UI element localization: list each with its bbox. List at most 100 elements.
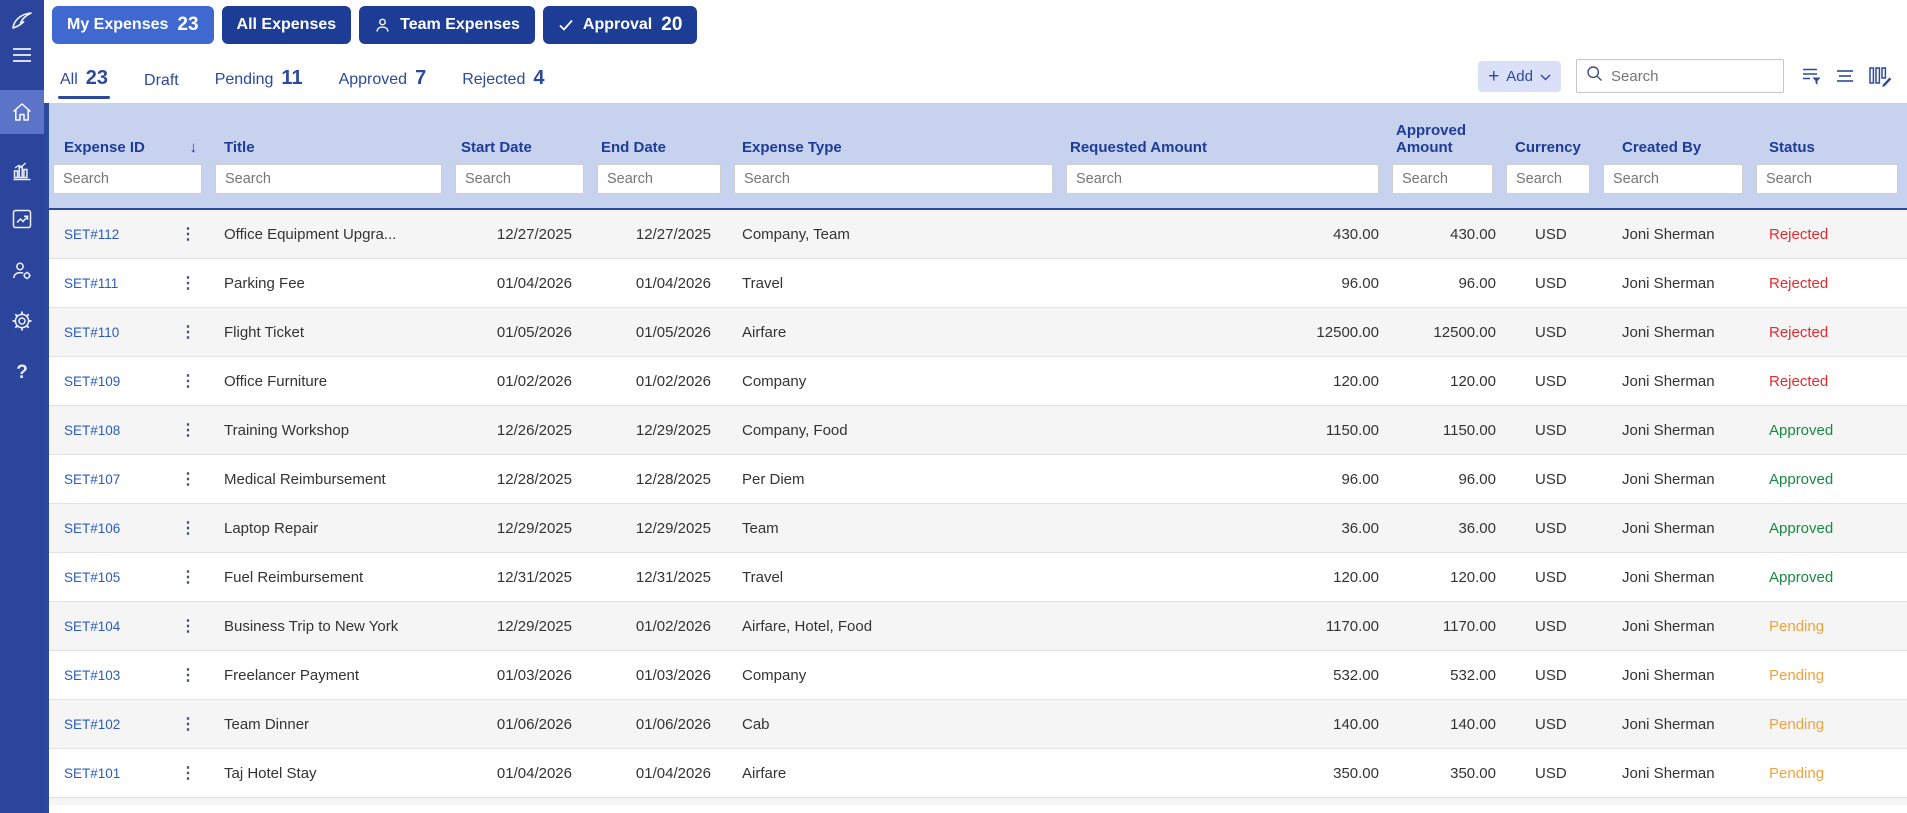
expense-id-link[interactable]: SET#107 xyxy=(64,472,120,487)
expense-id-link[interactable]: SET#102 xyxy=(64,717,120,732)
column-search-start-date[interactable] xyxy=(455,164,584,194)
expense-type-cell: Travel xyxy=(742,274,784,292)
row-menu-icon[interactable]: ⋮ xyxy=(177,224,199,244)
tab-my-expenses[interactable]: My Expenses 23 xyxy=(52,6,214,44)
expense-id-link[interactable]: SET#111 xyxy=(64,276,118,291)
table-row[interactable]: SET#102 ⋮ Team Dinner 01/06/2026 01/06/2… xyxy=(49,700,1907,749)
column-header-requested-amount[interactable]: Requested Amount xyxy=(1062,139,1388,156)
table-row[interactable]: SET#103 ⋮ Freelancer Payment 01/03/2026 … xyxy=(49,651,1907,700)
currency-cell: USD xyxy=(1535,421,1567,439)
start-date-cell: 12/31/2025 xyxy=(496,568,572,586)
table-row[interactable]: SET#111 ⋮ Parking Fee 01/04/2026 01/04/2… xyxy=(49,259,1907,308)
expense-id-link[interactable]: SET#110 xyxy=(64,325,119,340)
table-row[interactable]: SET#106 ⋮ Laptop Repair 12/29/2025 12/29… xyxy=(49,504,1907,553)
filter-tab-all[interactable]: All 23 xyxy=(58,67,111,103)
status-badge: Pending xyxy=(1769,764,1825,782)
column-search-end-date[interactable] xyxy=(597,164,721,194)
expense-id-link[interactable]: SET#103 xyxy=(64,668,120,683)
table-row[interactable]: SET#104 ⋮ Business Trip to New York 12/2… xyxy=(49,602,1907,651)
column-search-title[interactable] xyxy=(215,164,442,194)
sidebar-item-home[interactable] xyxy=(0,90,44,134)
row-menu-icon[interactable]: ⋮ xyxy=(177,469,199,489)
expense-id-link[interactable]: SET#112 xyxy=(64,227,119,242)
column-search-requested-amount[interactable] xyxy=(1066,164,1379,194)
row-menu-icon[interactable]: ⋮ xyxy=(177,616,199,636)
sort-desc-icon[interactable]: ↓ xyxy=(190,139,198,156)
expense-id-link[interactable]: SET#104 xyxy=(64,619,120,634)
end-date-cell: 12/29/2025 xyxy=(635,519,711,537)
requested-amount-cell: 1170.00 xyxy=(1325,617,1379,635)
row-menu-icon[interactable]: ⋮ xyxy=(177,763,199,783)
column-search-status[interactable] xyxy=(1756,164,1898,194)
tab-label: Team Expenses xyxy=(400,16,520,33)
row-menu-icon[interactable]: ⋮ xyxy=(177,420,199,440)
column-search-currency[interactable] xyxy=(1506,164,1590,194)
column-search-expense-id[interactable] xyxy=(53,164,202,194)
search-input[interactable] xyxy=(1611,67,1774,85)
status-filter-tabs: All 23 Draft Pending 11 Approved 7 Rejec… xyxy=(58,67,578,103)
row-menu-icon[interactable]: ⋮ xyxy=(177,322,199,342)
sidebar-item-analytics[interactable] xyxy=(0,156,44,186)
column-header-expense-id[interactable]: Expense ID ↓ xyxy=(49,139,211,156)
row-menu-icon[interactable]: ⋮ xyxy=(177,273,199,293)
column-search-expense-type[interactable] xyxy=(734,164,1053,194)
currency-cell: USD xyxy=(1535,519,1567,537)
expense-id-link[interactable]: SET#106 xyxy=(64,521,120,536)
row-menu-icon[interactable]: ⋮ xyxy=(177,567,199,587)
table-row[interactable]: SET#109 ⋮ Office Furniture 01/02/2026 01… xyxy=(49,357,1907,406)
column-search-approved-amount[interactable] xyxy=(1392,164,1493,194)
expense-id-link[interactable]: SET#101 xyxy=(64,766,120,781)
row-menu-icon[interactable]: ⋮ xyxy=(177,714,199,734)
filter-list-icon[interactable] xyxy=(1799,64,1823,88)
sidebar-item-help[interactable]: ? xyxy=(0,358,44,388)
row-menu-icon[interactable]: ⋮ xyxy=(177,518,199,538)
row-menu-icon[interactable]: ⋮ xyxy=(177,371,199,391)
expense-title-cell: Training Workshop xyxy=(224,421,350,439)
start-date-cell: 01/05/2026 xyxy=(496,323,572,341)
expense-id-link[interactable]: SET#105 xyxy=(64,570,120,585)
column-header-status[interactable]: Status xyxy=(1752,139,1907,156)
column-header-start-date[interactable]: Start Date xyxy=(451,139,593,156)
table-row[interactable]: SET#108 ⋮ Training Workshop 12/26/2025 1… xyxy=(49,406,1907,455)
sidebar-item-user-management[interactable] xyxy=(0,256,44,286)
expense-id-link[interactable]: SET#109 xyxy=(64,374,120,389)
table-row[interactable]: SET#112 ⋮ Office Equipment Upgra... 12/2… xyxy=(49,210,1907,259)
filter-tab-draft[interactable]: Draft xyxy=(142,72,181,103)
filter-tab-pending[interactable]: Pending 11 xyxy=(213,67,305,103)
currency-cell: USD xyxy=(1535,225,1567,243)
table-row[interactable]: SET#101 ⋮ Taj Hotel Stay 01/04/2026 01/0… xyxy=(49,749,1907,798)
column-header-expense-type[interactable]: Expense Type xyxy=(730,139,1062,156)
tab-team-expenses[interactable]: Team Expenses xyxy=(359,6,535,44)
column-search-created-by[interactable] xyxy=(1603,164,1743,194)
table-row[interactable]: SET#105 ⋮ Fuel Reimbursement 12/31/2025 … xyxy=(49,553,1907,602)
created-by-cell: Joni Sherman xyxy=(1622,519,1715,537)
filter-count: 4 xyxy=(533,67,545,89)
requested-amount-cell: 12500.00 xyxy=(1316,323,1379,341)
tab-all-expenses[interactable]: All Expenses xyxy=(221,6,352,44)
sidebar-item-reports[interactable] xyxy=(0,204,44,234)
column-header-currency[interactable]: Currency xyxy=(1502,139,1599,156)
group-lines-icon[interactable] xyxy=(1833,64,1857,88)
hamburger-menu-icon[interactable] xyxy=(0,40,44,70)
header-labels-row: Expense ID ↓ Title Start Date End Date E… xyxy=(49,103,1907,160)
table-row[interactable]: SET#110 ⋮ Flight Ticket 01/05/2026 01/05… xyxy=(49,308,1907,357)
table-row[interactable]: SET#107 ⋮ Medical Reimbursement 12/28/20… xyxy=(49,455,1907,504)
edit-columns-icon[interactable] xyxy=(1867,64,1893,88)
status-badge: Rejected xyxy=(1769,225,1829,243)
filter-tab-approved[interactable]: Approved 7 xyxy=(337,67,429,103)
expense-title-cell: Medical Reimbursement xyxy=(224,470,386,488)
requested-amount-cell: 1150.00 xyxy=(1325,421,1379,439)
sidebar-item-settings[interactable] xyxy=(0,306,44,336)
row-menu-icon[interactable]: ⋮ xyxy=(177,665,199,685)
column-header-created-by[interactable]: Created By xyxy=(1599,139,1752,156)
filter-tab-rejected[interactable]: Rejected 4 xyxy=(460,67,546,103)
column-header-end-date[interactable]: End Date xyxy=(593,139,730,156)
approved-amount-cell: 1150.00 xyxy=(1442,421,1496,439)
end-date-cell: 01/03/2026 xyxy=(635,666,711,684)
column-header-title[interactable]: Title xyxy=(211,139,451,156)
currency-cell: USD xyxy=(1535,715,1567,733)
tab-approval[interactable]: Approval 20 xyxy=(542,6,698,44)
expense-id-link[interactable]: SET#108 xyxy=(64,423,120,438)
column-header-approved-amount[interactable]: Approved Amount xyxy=(1388,122,1478,157)
add-button[interactable]: + Add xyxy=(1478,60,1561,92)
